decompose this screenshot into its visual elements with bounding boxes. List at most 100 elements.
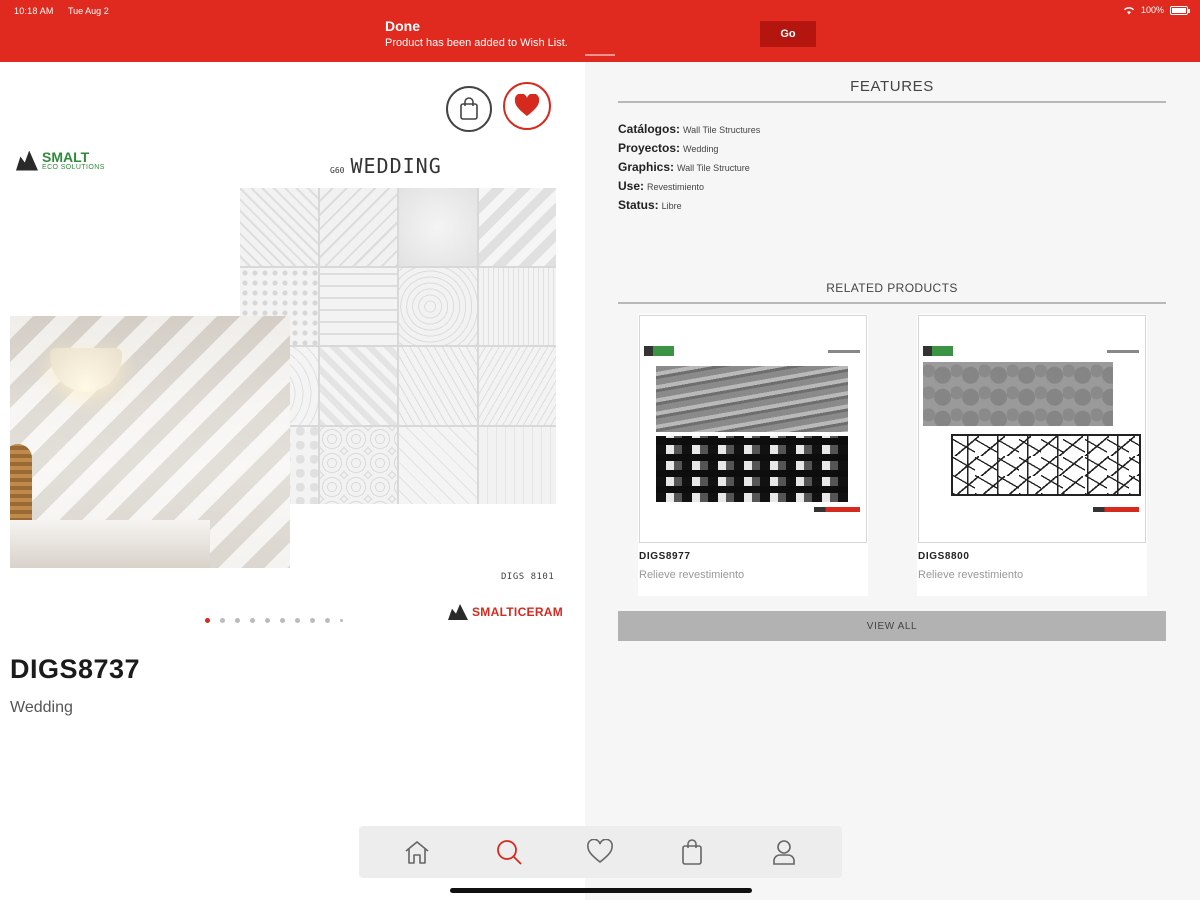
table bbox=[10, 520, 210, 568]
feature-key: Status: bbox=[618, 198, 659, 212]
wave-tile-render bbox=[656, 366, 848, 432]
carousel-dot[interactable] bbox=[310, 618, 315, 623]
feature-key: Graphics: bbox=[618, 160, 675, 174]
shopping-bag-icon bbox=[460, 97, 478, 120]
tab-account[interactable] bbox=[763, 831, 805, 873]
product-name: Wedding bbox=[10, 699, 73, 716]
feature-row: Graphics: Wall Tile Structure bbox=[618, 160, 760, 179]
product-code: DIGS8737 bbox=[10, 654, 141, 684]
mini-code bbox=[828, 350, 860, 353]
smalt-logo-mark bbox=[16, 150, 38, 171]
mini-brand-logo bbox=[1093, 507, 1139, 512]
heart-filled-icon bbox=[514, 94, 540, 116]
feature-value: Wall Tile Structure bbox=[677, 163, 750, 173]
product-image[interactable]: SMALT ECO SOLUTIONS G60 WEDDING DIGS 810… bbox=[8, 144, 568, 620]
tile-swatch bbox=[399, 267, 477, 345]
related-products-heading: RELATED PRODUCTS bbox=[618, 281, 1166, 304]
feature-row: Status: Libre bbox=[618, 198, 760, 217]
home-icon bbox=[405, 841, 429, 864]
tile-swatch bbox=[478, 426, 556, 504]
heart-icon bbox=[587, 839, 614, 864]
related-product-image bbox=[918, 315, 1146, 543]
smalt-logo: SMALT ECO SOLUTIONS bbox=[16, 150, 105, 171]
smalticeram-logo: SMALTICERAM bbox=[448, 604, 563, 620]
user-icon bbox=[773, 840, 795, 865]
tile-swatch bbox=[319, 267, 397, 345]
wave-tile-pattern bbox=[656, 436, 848, 502]
feature-key: Use: bbox=[618, 179, 645, 193]
stone-tile-render bbox=[923, 362, 1113, 426]
tab-home[interactable] bbox=[396, 831, 438, 873]
feature-row: Use: Revestimiento bbox=[618, 179, 760, 198]
tile-swatch bbox=[240, 188, 318, 266]
carousel-dot[interactable] bbox=[325, 618, 330, 623]
feature-value: Libre bbox=[661, 201, 682, 211]
mini-logo bbox=[923, 346, 953, 356]
related-product-description: Relieve revestimiento bbox=[639, 569, 745, 581]
feature-row: Proyectos: Wedding bbox=[618, 141, 760, 160]
carousel-dot[interactable] bbox=[280, 618, 285, 623]
tile-swatch bbox=[319, 347, 397, 425]
add-to-cart-button[interactable] bbox=[446, 86, 492, 132]
smalt-logo-text: SMALT bbox=[42, 149, 90, 165]
product-info-pane: FEATURES Catálogos: Wall Tile Structures… bbox=[585, 62, 1200, 900]
carousel-dot[interactable] bbox=[205, 618, 210, 623]
tab-wishlist[interactable] bbox=[579, 831, 621, 873]
related-product-code: DIGS8977 bbox=[639, 551, 691, 562]
tab-search[interactable] bbox=[488, 831, 530, 873]
wifi-icon bbox=[1123, 6, 1134, 14]
notification-divider bbox=[585, 54, 615, 56]
bottom-tab-bar bbox=[359, 826, 842, 878]
tile-swatch bbox=[399, 426, 477, 504]
carousel-dots[interactable] bbox=[205, 618, 343, 623]
tile-swatch bbox=[399, 188, 477, 266]
features-heading: FEATURES bbox=[618, 78, 1166, 103]
carousel-dot[interactable] bbox=[340, 619, 343, 622]
smalticeram-logo-mark bbox=[448, 604, 468, 620]
carousel-dot[interactable] bbox=[250, 618, 255, 623]
product-detail-pane: SMALT ECO SOLUTIONS G60 WEDDING DIGS 810… bbox=[0, 62, 585, 900]
status-indicators: 100% bbox=[1123, 5, 1190, 15]
status-date: Tue Aug 2 bbox=[68, 6, 109, 16]
tab-cart[interactable] bbox=[671, 831, 713, 873]
carousel-dot[interactable] bbox=[220, 618, 225, 623]
stone-tile-pattern bbox=[951, 434, 1141, 496]
related-product-image bbox=[639, 315, 867, 543]
feature-value: Wedding bbox=[683, 144, 719, 154]
related-product-card[interactable]: DIGS8977 Relieve revestimiento bbox=[638, 314, 868, 596]
mini-logo bbox=[644, 346, 674, 356]
view-all-button[interactable]: VIEW ALL bbox=[618, 611, 1166, 641]
notification-title: Done bbox=[385, 18, 420, 34]
search-icon bbox=[496, 840, 522, 865]
smalt-logo-subtext: ECO SOLUTIONS bbox=[42, 164, 105, 171]
room-photo bbox=[10, 316, 290, 568]
collection-heading: G60 WEDDING bbox=[330, 154, 442, 178]
mini-code bbox=[1107, 350, 1139, 353]
carousel-dot[interactable] bbox=[235, 618, 240, 623]
tile-swatch bbox=[399, 347, 477, 425]
tile-code-label: DIGS 8101 bbox=[501, 572, 555, 582]
battery-percent: 100% bbox=[1140, 5, 1164, 15]
tile-swatch bbox=[478, 347, 556, 425]
go-button[interactable]: Go bbox=[760, 21, 816, 47]
feature-key: Catálogos: bbox=[618, 122, 681, 136]
status-time: 10:18 AM bbox=[14, 6, 54, 16]
feature-value: Revestimiento bbox=[647, 182, 705, 192]
feature-key: Proyectos: bbox=[618, 141, 681, 155]
home-indicator[interactable] bbox=[450, 888, 752, 893]
feature-row: Catálogos: Wall Tile Structures bbox=[618, 122, 760, 141]
related-product-description: Relieve revestimiento bbox=[918, 569, 1024, 581]
tile-swatch bbox=[478, 188, 556, 266]
smalticeram-logo-text: SMALTICERAM bbox=[472, 605, 564, 619]
wishlist-button[interactable] bbox=[503, 82, 551, 130]
shopping-bag-icon bbox=[682, 839, 703, 865]
related-product-card[interactable]: DIGS8800 Relieve revestimiento bbox=[917, 314, 1147, 596]
tile-swatch bbox=[319, 426, 397, 504]
tile-swatch bbox=[478, 267, 556, 345]
carousel-dot[interactable] bbox=[295, 618, 300, 623]
notification-banner[interactable]: 10:18 AM Tue Aug 2 100% Done Product has… bbox=[0, 0, 1200, 62]
feature-value: Wall Tile Structures bbox=[683, 125, 761, 135]
mini-brand-logo bbox=[814, 507, 860, 512]
collection-code: G60 bbox=[330, 166, 345, 175]
carousel-dot[interactable] bbox=[265, 618, 270, 623]
